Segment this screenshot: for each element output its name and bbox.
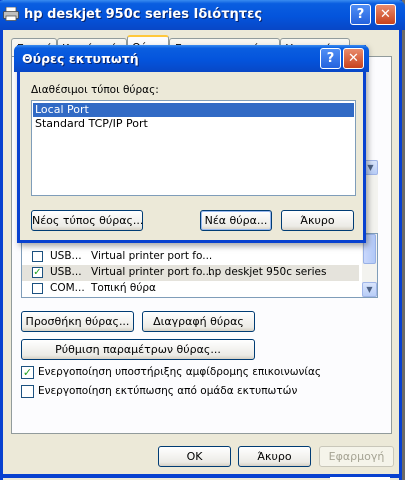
add-port-button[interactable]: Προσθήκη θύρας... [21, 311, 134, 332]
ports-cancel-button[interactable]: Άκυρο [281, 210, 354, 231]
ports-help-button[interactable]: ? [320, 48, 341, 69]
ports-list-scrollbar[interactable]: ▼ [362, 234, 377, 297]
table-row[interactable]: ✓ USB... Virtual printer port fo... hp d… [22, 265, 359, 281]
table-row[interactable]: USB... Virtual printer port fo... [22, 249, 359, 265]
list-item[interactable]: Standard TCP/IP Port [33, 117, 354, 131]
bidirectional-label: Ενεργοποίηση υποστήριξης αμφίδρομης επικ… [38, 366, 322, 378]
port-checkbox[interactable]: ✓ [32, 267, 43, 278]
new-port-type-button[interactable]: Νέος τύπος θύρας... [31, 210, 143, 231]
printer-icon [3, 6, 19, 21]
pooling-label: Ενεργοποίηση εκτύπωσης από ομάδα εκτυπωτ… [38, 385, 298, 397]
port-name: USB... [50, 250, 82, 262]
apply-button: Εφαρμογή [319, 446, 394, 467]
list-item[interactable]: Local Port [33, 103, 354, 117]
main-window-title: hp deskjet 950c series Ιδιότητες [24, 7, 263, 22]
configure-port-button[interactable]: Ρύθμιση παραμέτρων θύρας... [21, 339, 255, 360]
port-checkbox[interactable] [32, 251, 43, 262]
cancel-button[interactable]: Άκυρο [238, 446, 311, 467]
table-row[interactable]: COM... Τοπική θύρα [22, 281, 359, 297]
main-close-button[interactable]: ✕ [375, 4, 396, 25]
scroll-down-icon[interactable]: ▼ [362, 282, 377, 297]
port-checkbox[interactable] [32, 283, 43, 294]
pooling-checkbox[interactable] [21, 385, 34, 398]
main-title-bar[interactable]: hp deskjet 950c series Ιδιότητες ? ✕ [0, 0, 405, 30]
delete-port-button[interactable]: Διαγραφή θύρας [142, 311, 255, 332]
ports-close-button[interactable]: ✕ [343, 48, 364, 69]
main-help-button[interactable]: ? [350, 4, 371, 25]
port-types-list[interactable]: Local Port Standard TCP/IP Port [31, 100, 356, 196]
port-name: USB... [50, 266, 82, 278]
new-port-button[interactable]: Νέα θύρα... [200, 210, 272, 231]
bidirectional-checkbox[interactable]: ✓ [21, 366, 34, 379]
ports-dialog-title-bar[interactable]: Θύρες εκτυπωτή ? ✕ [14, 45, 369, 72]
available-port-types-label: Διαθέσιμοι τύποι θύρας: [31, 84, 159, 96]
port-printer: hp deskjet 950c series [208, 266, 327, 278]
port-name: COM... [50, 282, 85, 294]
ok-button[interactable]: OK [158, 446, 231, 467]
ports-dialog-title: Θύρες εκτυπωτή [22, 51, 139, 66]
port-description: Τοπική θύρα [91, 282, 156, 294]
port-description: Virtual printer port fo... [91, 266, 213, 278]
port-description: Virtual printer port fo... [91, 250, 213, 262]
